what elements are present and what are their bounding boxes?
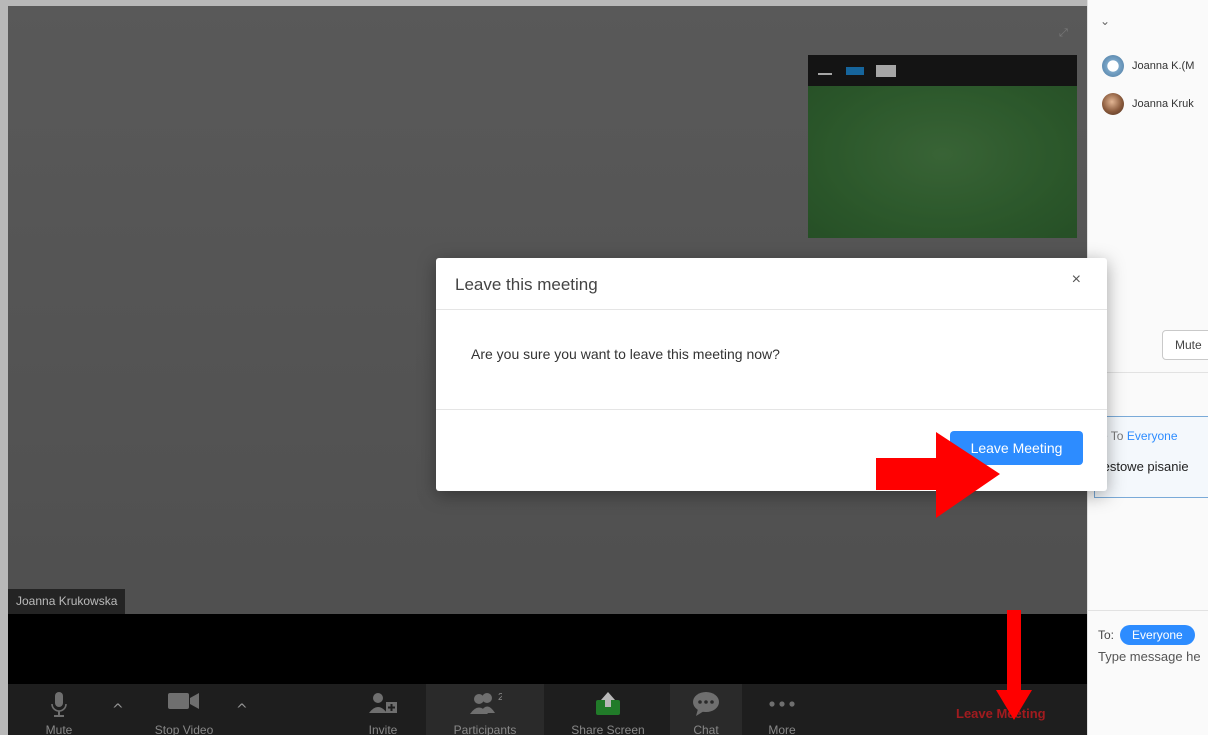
collapse-chevron-icon[interactable]: ⌄ bbox=[1100, 14, 1110, 28]
chat-input[interactable]: Type message he bbox=[1098, 649, 1201, 664]
divider bbox=[436, 409, 1107, 410]
recipient-dropdown[interactable]: Everyone bbox=[1120, 625, 1195, 645]
divider bbox=[436, 309, 1107, 310]
participant-item[interactable]: Joanna Kruk bbox=[1102, 92, 1194, 116]
avatar bbox=[1102, 93, 1124, 115]
annotation-down-arrow-icon bbox=[996, 610, 1032, 720]
close-icon[interactable]: × bbox=[1072, 271, 1081, 289]
mute-all-button[interactable]: Mute bbox=[1162, 330, 1208, 360]
avatar bbox=[1102, 55, 1124, 77]
chat-message-box: e To Everyone testowe pisanie bbox=[1094, 416, 1208, 498]
chat-message-header: e To Everyone bbox=[1101, 429, 1178, 443]
participant-item[interactable]: Joanna K.(M bbox=[1102, 54, 1194, 78]
to-label: To: bbox=[1098, 628, 1115, 642]
dialog-message: Are you sure you want to leave this meet… bbox=[471, 346, 780, 362]
chat-message-text: testowe pisanie bbox=[1099, 459, 1189, 474]
divider bbox=[1088, 610, 1208, 611]
chat-header-target: Everyone bbox=[1126, 429, 1178, 443]
annotation-arrow-icon bbox=[876, 432, 1000, 518]
participant-name: Joanna Kruk bbox=[1132, 98, 1194, 110]
participant-name: Joanna K.(M bbox=[1132, 60, 1195, 72]
dialog-title: Leave this meeting bbox=[455, 275, 598, 294]
chat-recipient-row: To: Everyone bbox=[1098, 625, 1195, 645]
